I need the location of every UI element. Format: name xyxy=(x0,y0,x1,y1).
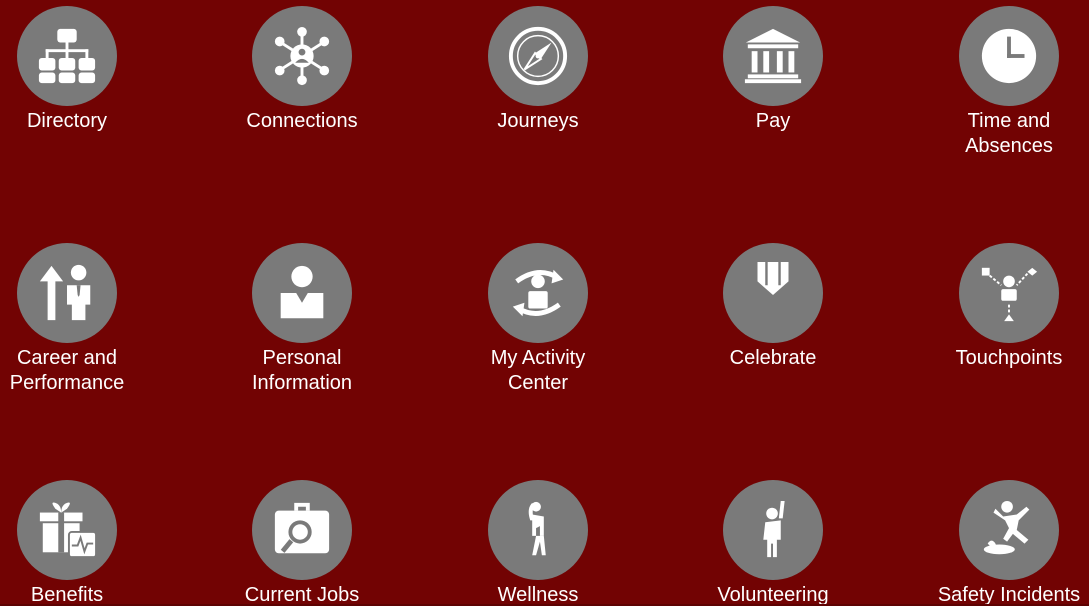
app-launcher-grid: Directory Connections Journeys Pay Time … xyxy=(0,0,1089,606)
compass-icon[interactable] xyxy=(488,6,588,106)
app-label: Volunteering xyxy=(717,584,829,606)
app-label: Current Jobs xyxy=(244,584,360,606)
clock-icon[interactable] xyxy=(959,6,1059,106)
person-refresh-icon[interactable] xyxy=(488,243,588,343)
app-label: Time and Absences xyxy=(965,110,1053,157)
app-tile-connections[interactable]: Connections xyxy=(202,6,402,134)
app-tile-safety-incidents[interactable]: Safety Incidents xyxy=(909,480,1089,606)
app-tile-celebrate[interactable]: Celebrate xyxy=(673,243,873,371)
network-hub-icon[interactable] xyxy=(252,6,352,106)
app-label: Safety Incidents xyxy=(937,584,1081,606)
org-chart-icon[interactable] xyxy=(17,6,117,106)
app-tile-wellness[interactable]: Wellness xyxy=(438,480,638,606)
app-tile-current-jobs[interactable]: Current Jobs xyxy=(202,480,402,606)
app-tile-pay[interactable]: Pay xyxy=(673,6,873,134)
person-slipping-icon[interactable] xyxy=(959,480,1059,580)
app-label: Touchpoints xyxy=(955,347,1063,369)
app-label: Journeys xyxy=(497,110,579,132)
app-label: Directory xyxy=(26,110,107,132)
person-connections-icon[interactable] xyxy=(959,243,1059,343)
app-label: Benefits xyxy=(30,584,104,606)
app-tile-journeys[interactable]: Journeys xyxy=(438,6,638,134)
app-tile-directory[interactable]: Directory xyxy=(0,6,167,134)
app-label: Wellness xyxy=(497,584,579,606)
app-tile-my-activity-center[interactable]: My Activity Center xyxy=(438,243,638,396)
app-tile-benefits[interactable]: Benefits xyxy=(0,480,167,606)
app-label: Celebrate xyxy=(729,347,817,369)
gift-heartbeat-icon[interactable] xyxy=(17,480,117,580)
app-label: Connections xyxy=(246,110,358,132)
badge-shield-icon[interactable] xyxy=(723,243,823,343)
app-tile-touchpoints[interactable]: Touchpoints xyxy=(909,243,1089,371)
person-icon[interactable] xyxy=(252,243,352,343)
person-arrow-up-icon[interactable] xyxy=(17,243,117,343)
app-tile-career-and-performance[interactable]: Career and Performance xyxy=(0,243,167,396)
bank-building-icon[interactable] xyxy=(723,6,823,106)
app-tile-personal-information[interactable]: Personal Information xyxy=(202,243,402,396)
briefcase-search-icon[interactable] xyxy=(252,480,352,580)
app-tile-time-and-absences[interactable]: Time and Absences xyxy=(909,6,1089,159)
app-label: Career and Performance xyxy=(9,347,125,394)
person-stretching-icon[interactable] xyxy=(488,480,588,580)
app-tile-volunteering[interactable]: Volunteering xyxy=(673,480,873,606)
app-label: My Activity Center xyxy=(490,347,586,394)
app-label: Personal Information xyxy=(251,347,353,394)
app-label: Pay xyxy=(755,110,791,132)
person-raising-hand-icon[interactable] xyxy=(723,480,823,580)
